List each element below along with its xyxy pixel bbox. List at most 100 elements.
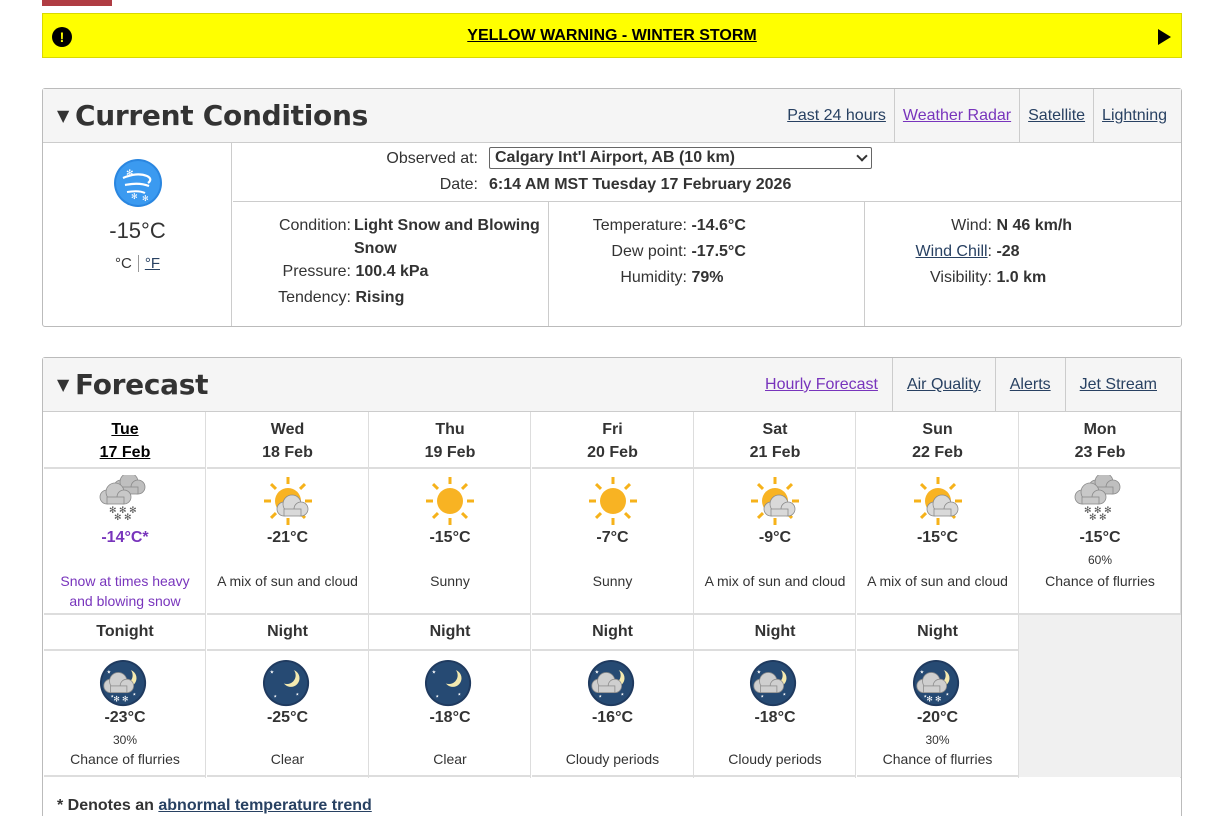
humidity-value: 79% — [691, 269, 724, 286]
forecast-day-pop: 60% — [1087, 553, 1113, 567]
forecast-day-summary: Snow at times heavy and blowing snow — [60, 573, 190, 609]
forecast-night-temp: -18°C — [429, 709, 471, 726]
current-conditions-links: Past 24 hours Weather Radar Satellite Li… — [779, 89, 1175, 143]
conditions-column-2: Temperature: -14.6°C Dew point: -17.5°C … — [549, 202, 865, 326]
forecast-night-summary: Chance of flurries — [70, 751, 180, 767]
current-conditions-header: ▼ Current Conditions Past 24 hours Weathe… — [43, 89, 1181, 143]
link-satellite[interactable]: Satellite — [1028, 107, 1085, 125]
forecast-night-body: ★ ★ ★ -25°C Clear — [206, 651, 369, 777]
forecast-night-body: ★ ★ ★ -18°C Clear — [369, 651, 531, 777]
wind-value: N 46 km/h — [996, 217, 1073, 234]
forecast-day-header: Sat 21 Feb — [694, 412, 856, 469]
svg-text:✻ ✻: ✻ ✻ — [1089, 512, 1107, 522]
forecast-day-body: -15°C Sunny — [369, 469, 531, 615]
date-value: 6:14 AM MST Tuesday 17 February 2026 — [489, 176, 792, 193]
forecast-links: Hourly Forecast Air Quality Alerts Jet S… — [751, 358, 1171, 412]
svg-text:★: ★ — [620, 693, 624, 697]
forecast-day-sun: Sun 22 Feb -15°C A mix of sun and cloud N… — [856, 412, 1019, 778]
wind-label: Wind: — [951, 217, 992, 234]
tendency-label: Tendency: — [278, 289, 351, 306]
link-alerts[interactable]: Alerts — [1010, 376, 1051, 394]
svg-text:✻ ✻: ✻ ✻ — [114, 512, 132, 522]
night-flurries-icon: ★★★ ✻ ✻ — [912, 659, 959, 707]
forecast-night-body: ★ ★ ★ -16°C Cloudy periods — [531, 651, 694, 777]
visibility-value: 1.0 km — [996, 269, 1047, 286]
svg-text:★: ★ — [133, 693, 137, 697]
forecast-night-body: ★ ★ ★ ✻ ✻ -23°C 30% Chance of flurries — [44, 651, 206, 777]
svg-text:★: ★ — [295, 693, 299, 697]
station-select[interactable]: Calgary Int'l Airport, AB (10 km) — [489, 147, 872, 169]
forecast-day-mon: Mon 23 Feb ✻ ✻ ✻ ✻ ✻ -15°C 60% Chance of f… — [1019, 412, 1181, 778]
observed-at-label: Observed at: — [386, 150, 478, 167]
forecast-night-summary: Cloudy periods — [565, 751, 660, 767]
night-cloudy-icon: ★ ★ ★ — [587, 659, 634, 707]
forecast-day-body: -21°C A mix of sun and cloud — [206, 469, 369, 615]
collapse-triangle-icon[interactable]: ▼ — [57, 106, 69, 125]
link-past-24-hours[interactable]: Past 24 hours — [787, 107, 886, 125]
unit-celsius: °C — [114, 255, 132, 272]
abnormal-trend-note: * Denotes an abnormal temperature trend — [57, 797, 372, 814]
forecast-day-wed: Wed 18 Feb -21°C A mix of sun and cloud N… — [206, 412, 369, 778]
svg-text:★: ★ — [783, 693, 787, 697]
forecast-day-header: Thu 19 Feb — [369, 412, 531, 469]
svg-text:★: ★ — [945, 693, 949, 697]
current-conditions-heading[interactable]: ▼ Current Conditions — [57, 99, 368, 132]
forecast-night-header: Tonight — [44, 615, 206, 651]
weather-alert-banner[interactable]: ! YELLOW WARNING - WINTER STORM — [42, 13, 1182, 58]
link-jet-stream[interactable]: Jet Stream — [1080, 376, 1157, 394]
exclamation-icon: ! — [52, 27, 72, 47]
link-hourly-forecast[interactable]: Hourly Forecast — [765, 376, 878, 394]
unit-fahrenheit-link[interactable]: °F — [145, 255, 160, 272]
forecast-night-temp: -18°C — [754, 709, 796, 726]
forecast-night-pop: 30% — [925, 733, 950, 747]
dewpoint-label: Dew point: — [611, 243, 687, 260]
link-weather-radar[interactable]: Weather Radar — [903, 107, 1011, 125]
alert-title[interactable]: YELLOW WARNING - WINTER STORM — [467, 27, 756, 45]
svg-text:✻ ✻: ✻ ✻ — [926, 694, 941, 703]
condition-value: Light Snow and Blowing Snow — [354, 217, 540, 257]
date-label: Date: — [439, 176, 478, 193]
svg-text:★: ★ — [107, 669, 111, 675]
svg-text:★: ★ — [432, 669, 436, 675]
sun-cloud-icon — [263, 477, 312, 525]
forecast-day-temp: -21°C — [266, 529, 309, 546]
forecast-night-temp: -20°C — [916, 709, 959, 726]
night-clear-icon: ★ ★ ★ — [424, 659, 472, 707]
svg-text:★: ★ — [919, 669, 923, 675]
svg-text:★: ★ — [594, 669, 598, 675]
humidity-label: Humidity: — [620, 269, 687, 286]
forecast-day-tue: Tue 17 Feb ✻ ✻ ✻ ✻ ✻ -14°C* Snow at times … — [44, 412, 206, 778]
temperature-value: -14.6°C — [691, 217, 746, 234]
play-arrow-icon[interactable] — [1158, 29, 1171, 45]
conditions-column-1: Condition: Light Snow and Blowing Snow P… — [233, 202, 549, 326]
forecast-day-temp: -15°C — [1079, 529, 1121, 546]
forecast-day-summary: Sunny — [592, 573, 633, 589]
forecast-day-header: Wed 18 Feb — [206, 412, 369, 469]
abnormal-trend-link[interactable]: abnormal temperature trend — [158, 797, 371, 814]
wind-chill-link[interactable]: Wind Chill — [916, 243, 988, 260]
forecast-day-summary: A mix of sun and cloud — [867, 573, 1008, 589]
forecast-day-header[interactable]: Tue 17 Feb — [44, 412, 206, 469]
link-lightning[interactable]: Lightning — [1102, 107, 1167, 125]
sun-icon — [426, 477, 474, 525]
collapse-triangle-icon[interactable]: ▼ — [57, 375, 69, 394]
forecast-night-pop: 30% — [112, 733, 138, 747]
link-air-quality[interactable]: Air Quality — [907, 376, 981, 394]
forecast-heading[interactable]: ▼ Forecast — [57, 368, 208, 401]
unit-toggle: °C °F — [43, 255, 232, 272]
forecast-day-body: ✻ ✻ ✻ ✻ ✻ -14°C* Snow at times heavy and … — [44, 469, 206, 615]
forecast-night-temp: -16°C — [591, 709, 634, 726]
forecast-day-body: ✻ ✻ ✻ ✻ ✻ -15°C 60% Chance of flurries — [1019, 469, 1181, 615]
chevron-down-icon — [856, 150, 868, 162]
tendency-value: Rising — [355, 289, 405, 306]
current-summary: ✻ ✻ ✻ -15°C °C °F — [43, 143, 232, 326]
empty-night-cell — [1019, 615, 1181, 777]
forecast-night-header: Night — [531, 615, 694, 651]
snow-cloud-icon: ✻ ✻ ✻✻ ✻ — [1074, 475, 1121, 522]
forecast-day-header: Fri 20 Feb — [531, 412, 694, 469]
snow-wind-icon: ✻ ✻ ✻ — [114, 159, 162, 207]
svg-text:✻: ✻ — [126, 168, 134, 178]
pressure-label: Pressure: — [282, 263, 351, 280]
current-conditions-panel: ▼ Current Conditions Past 24 hours Weathe… — [42, 88, 1182, 327]
forecast-night-temp: -23°C — [104, 709, 146, 726]
